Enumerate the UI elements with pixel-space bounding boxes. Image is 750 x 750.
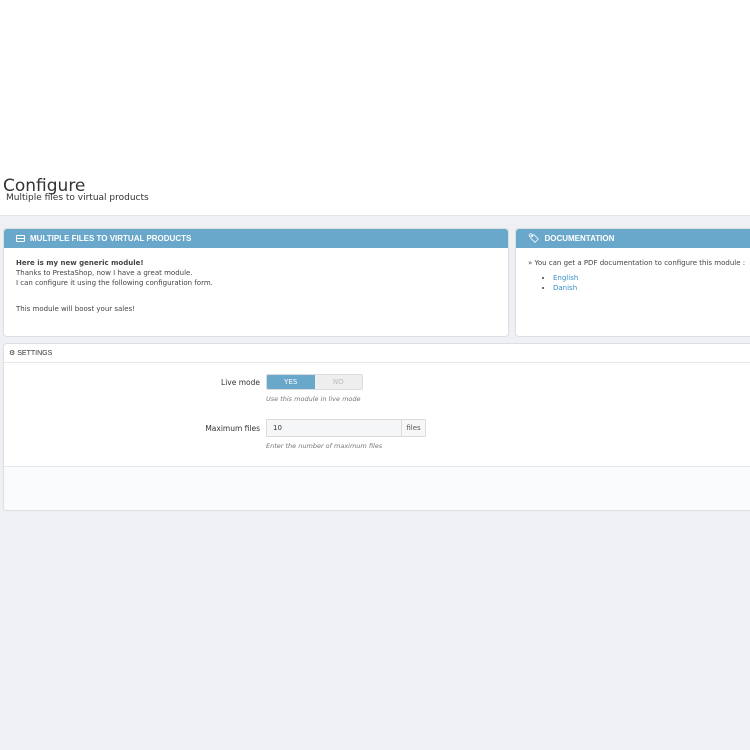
doc-link-english[interactable]: English: [553, 274, 578, 282]
panel-heading: 🏷 DOCUMENTATION: [516, 229, 750, 248]
cogs-icon: ⚙: [9, 350, 16, 357]
live-mode-switch[interactable]: YES NO: [266, 374, 363, 390]
max-files-suffix: files: [401, 420, 425, 436]
live-mode-label: Live mode: [221, 378, 260, 387]
panel-title: MULTIPLE FILES TO VIRTUAL PRODUCTS: [30, 234, 192, 243]
max-files-help: Enter the number of maximum files: [266, 442, 383, 450]
max-files-input[interactable]: 10: [267, 420, 401, 436]
info-line: Thanks to PrestaShop, now I have a great…: [16, 269, 193, 277]
intro-text: Here is my new generic module!: [16, 259, 144, 267]
settings-panel: ⚙ SETTINGS Live mode YES NO Use this mod…: [3, 343, 750, 511]
panel-title: SETTINGS: [17, 350, 53, 357]
documentation-panel: 🏷 DOCUMENTATION » You can get a PDF docum…: [515, 228, 750, 337]
module-info-panel: MULTIPLE FILES TO VIRTUAL PRODUCTS Here …: [3, 228, 509, 337]
panel-heading: MULTIPLE FILES TO VIRTUAL PRODUCTS: [4, 229, 508, 248]
credit-card-icon: [16, 235, 25, 242]
page-header: [0, 0, 750, 216]
doc-text: » You can get a PDF documentation to con…: [528, 259, 746, 267]
info-line: I can configure it using the following c…: [16, 279, 213, 287]
live-mode-yes[interactable]: YES: [267, 375, 315, 389]
panel-heading: ⚙ SETTINGS: [4, 344, 750, 363]
max-files-input-group: 10 files: [266, 419, 426, 437]
live-mode-help: Use this module in live mode: [266, 395, 361, 403]
panel-footer: [4, 466, 750, 510]
info-line: This module will boost your sales!: [16, 305, 136, 313]
max-files-label: Maximum files: [205, 424, 260, 433]
doc-link-danish[interactable]: Danish: [553, 284, 577, 292]
tags-icon: 🏷: [528, 233, 540, 243]
live-mode-no[interactable]: NO: [314, 375, 362, 389]
page-subtitle: Multiple files to virtual products: [6, 193, 149, 203]
panel-title: DOCUMENTATION: [544, 234, 615, 243]
